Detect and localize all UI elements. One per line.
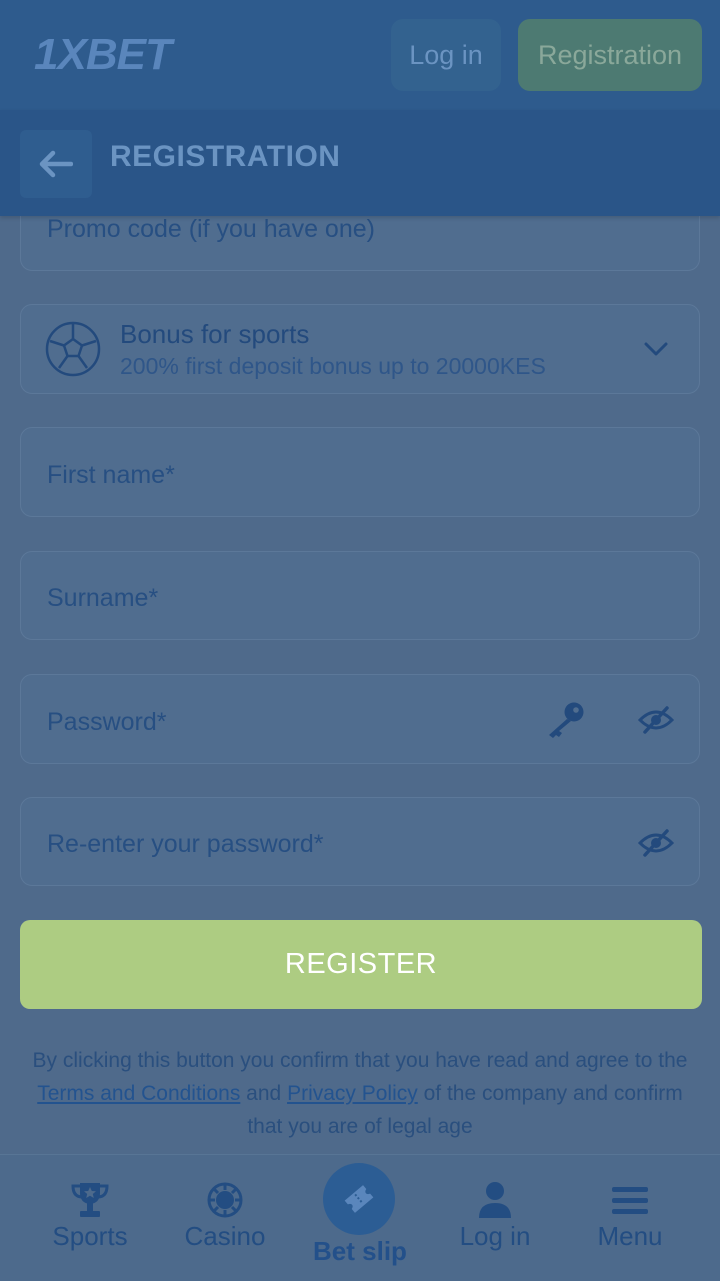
nav-menu[interactable]: Menu [570, 1155, 690, 1281]
login-button[interactable]: Log in [391, 19, 501, 91]
first-name-placeholder: First name* [47, 461, 175, 489]
bonus-subtitle: 200% first deposit bonus up to 20000KES [120, 353, 546, 379]
brand-logo[interactable]: 1XBET [34, 30, 209, 80]
nav-betslip-button[interactable] [323, 1163, 395, 1235]
promo-code-placeholder: Promo code (if you have one) [47, 215, 375, 243]
nav-login-label: Log in [459, 1221, 531, 1251]
menu-icon [612, 1187, 648, 1214]
eye-off-icon[interactable] [637, 705, 675, 735]
reenter-password-input[interactable]: Re-enter your password* [20, 797, 700, 886]
nav-sports[interactable]: Sports [30, 1155, 150, 1281]
password-input[interactable]: Password* [20, 674, 700, 764]
ticket-icon [344, 1185, 374, 1213]
soccer-ball-icon [45, 321, 101, 377]
registration-button[interactable]: Registration [518, 19, 702, 91]
disclaimer-text-1: By clicking this button you confirm that… [32, 1049, 688, 1072]
disclaimer-text-2: and [240, 1082, 288, 1105]
top-bar: 1XBET Log in Registration [0, 0, 720, 110]
nav-betslip-label[interactable]: Bet slip [300, 1236, 420, 1267]
bonus-title: Bonus for sports [120, 319, 310, 349]
first-name-input[interactable]: First name* [20, 427, 700, 517]
eye-off-icon[interactable] [637, 828, 675, 858]
arrow-left-icon [39, 150, 73, 178]
surname-input[interactable]: Surname* [20, 551, 700, 640]
user-icon [479, 1182, 511, 1218]
register-button[interactable]: REGISTER [20, 920, 702, 1009]
trophy-icon [71, 1183, 109, 1217]
legal-disclaimer: By clicking this button you confirm that… [20, 1044, 700, 1143]
surname-placeholder: Surname* [47, 584, 159, 612]
page-title: REGISTRATION [110, 140, 341, 173]
nav-sports-label: Sports [52, 1221, 128, 1251]
privacy-link[interactable]: Privacy Policy [287, 1082, 418, 1105]
page-header: REGISTRATION [0, 110, 720, 216]
back-button[interactable] [20, 130, 92, 198]
nav-casino-label: Casino [184, 1221, 266, 1251]
reenter-password-placeholder: Re-enter your password* [47, 830, 324, 858]
casino-chip-icon [207, 1182, 243, 1218]
chevron-down-icon [644, 342, 668, 356]
terms-link[interactable]: Terms and Conditions [37, 1082, 240, 1105]
nav-login[interactable]: Log in [435, 1155, 555, 1281]
nav-menu-label: Menu [597, 1221, 663, 1251]
password-placeholder: Password* [47, 708, 167, 736]
bonus-select[interactable]: Bonus for sports 200% first deposit bonu… [20, 304, 700, 394]
nav-casino[interactable]: Casino [165, 1155, 285, 1281]
key-icon[interactable] [545, 700, 587, 740]
